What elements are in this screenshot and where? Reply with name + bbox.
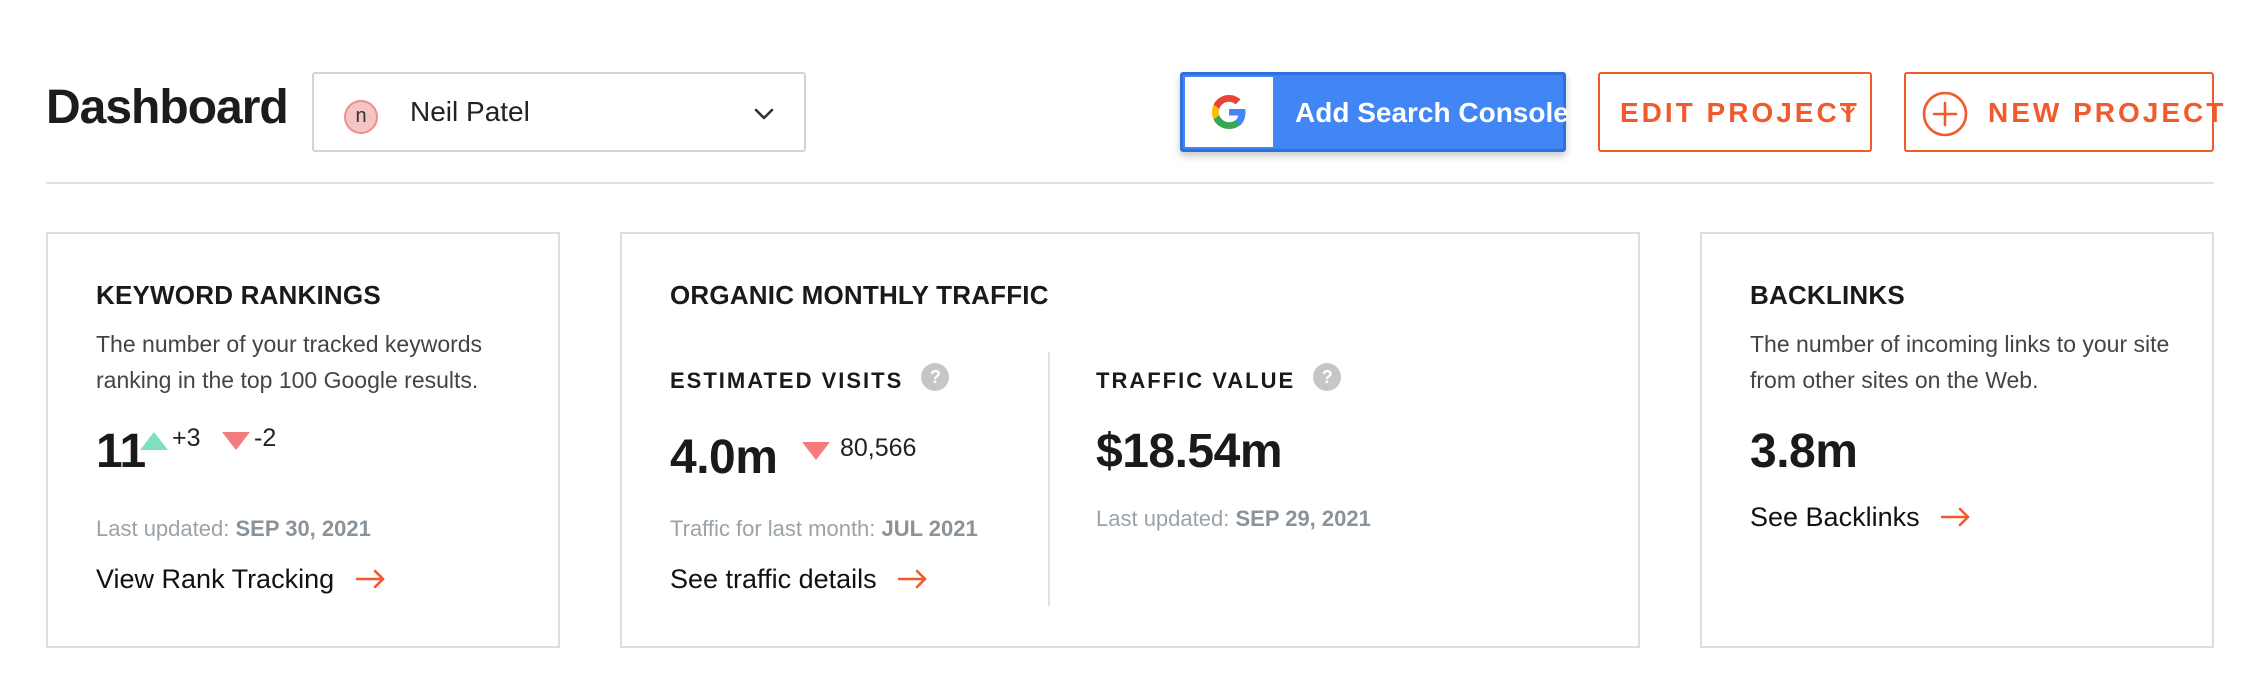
- traffic-value-updated: Last updated: SEP 29, 2021: [1096, 506, 1371, 532]
- traffic-value-label: TRAFFIC VALUE: [1096, 368, 1296, 393]
- google-g-icon: [1212, 95, 1246, 129]
- project-selector[interactable]: n Neil Patel: [312, 72, 806, 152]
- estimated-visits-change: 80,566: [840, 434, 917, 462]
- edit-project-label: EDIT PROJECT: [1620, 97, 1860, 128]
- dashboard-header: Dashboard n Neil Patel Add Search Consol…: [46, 72, 2223, 152]
- view-rank-tracking-label: View Rank Tracking: [96, 564, 335, 594]
- new-project-label: NEW PROJECT: [1988, 97, 2227, 128]
- help-icon[interactable]: ?: [1313, 363, 1342, 392]
- chevron-down-icon: [754, 108, 774, 120]
- backlinks-description: The number of incoming links to your sit…: [1750, 331, 2170, 393]
- traffic-value-value: $18.54m: [1096, 425, 1283, 478]
- keyword-rankings-card: KEYWORD RANKINGS The number of your trac…: [46, 232, 560, 648]
- keyword-rankings-updated: Last updated: SEP 30, 2021: [96, 516, 371, 542]
- backlinks-value: 3.8m: [1750, 425, 1858, 478]
- project-avatar: n: [344, 100, 378, 134]
- arrow-right-icon: [355, 569, 384, 589]
- updated-date: SEP 30, 2021: [235, 516, 371, 541]
- estimated-visits-heading: ESTIMATED VISITS ?: [670, 363, 950, 394]
- traffic-note-label: Traffic for last month:: [670, 516, 876, 541]
- add-search-console-label: Add Search Console: [1295, 97, 1569, 128]
- see-backlinks-link[interactable]: See Backlinks: [1750, 502, 1971, 533]
- backlinks-title: BACKLINKS: [1750, 280, 1905, 310]
- see-backlinks-label: See Backlinks: [1750, 502, 1920, 532]
- page-title: Dashboard: [46, 81, 289, 134]
- traffic-note-date: JUL 2021: [881, 516, 978, 541]
- backlinks-card: BACKLINKS The number of incoming links t…: [1700, 232, 2214, 648]
- view-rank-tracking-link[interactable]: View Rank Tracking: [96, 564, 386, 595]
- arrow-right-icon: [898, 569, 927, 589]
- keyword-rankings-description: The number of your tracked keywords rank…: [96, 331, 483, 393]
- header-divider: [46, 182, 2214, 184]
- organic-traffic-title: ORGANIC MONTHLY TRAFFIC: [670, 280, 1049, 310]
- traffic-value-heading: TRAFFIC VALUE ?: [1096, 363, 1342, 394]
- trend-down-icon: [802, 442, 830, 460]
- updated-date: SEP 29, 2021: [1235, 506, 1371, 531]
- trend-down-icon: [222, 432, 250, 450]
- edit-project-button[interactable]: EDIT PROJECT: [1598, 72, 1872, 152]
- updated-label: Last updated:: [1096, 506, 1230, 531]
- estimated-visits-value: 4.0m: [670, 431, 778, 484]
- see-traffic-details-link[interactable]: See traffic details: [670, 564, 928, 595]
- updated-label: Last updated:: [96, 516, 230, 541]
- keyword-rankings-value: 11: [96, 425, 146, 478]
- help-icon[interactable]: ?: [921, 363, 950, 392]
- arrow-right-icon: [1941, 507, 1970, 527]
- traffic-column-divider: [1048, 352, 1050, 606]
- new-project-button[interactable]: NEW PROJECT: [1904, 72, 2223, 152]
- keyword-rankings-down-change: -2: [254, 424, 277, 452]
- see-traffic-details-label: See traffic details: [670, 564, 877, 594]
- estimated-visits-note: Traffic for last month: JUL 2021: [670, 516, 978, 542]
- project-name: Neil Patel: [410, 96, 530, 127]
- plus-circle-icon: [1922, 91, 1968, 137]
- organic-traffic-card: ORGANIC MONTHLY TRAFFIC ESTIMATED VISITS…: [620, 232, 1640, 648]
- google-logo-box: [1185, 77, 1273, 147]
- add-search-console-button[interactable]: Add Search Console: [1180, 72, 1569, 152]
- keyword-rankings-up-change: +3: [172, 424, 201, 452]
- estimated-visits-label: ESTIMATED VISITS: [670, 368, 904, 393]
- keyword-rankings-title: KEYWORD RANKINGS: [96, 280, 381, 310]
- chevron-down-icon: [1841, 107, 1855, 116]
